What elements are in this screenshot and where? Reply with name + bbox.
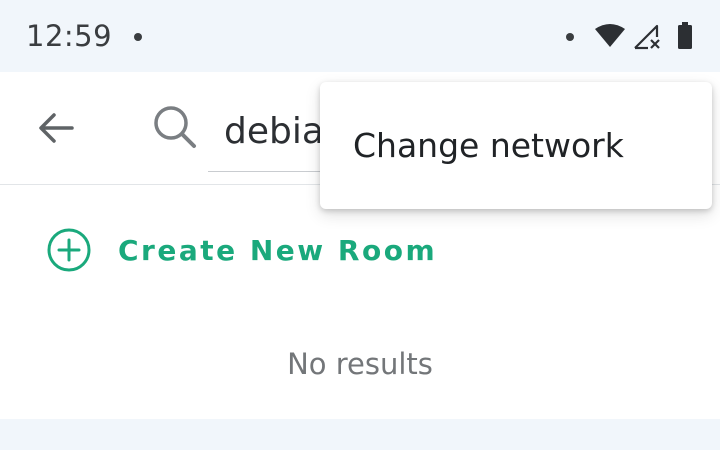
plus-circle-icon	[47, 228, 91, 272]
search-icon	[154, 106, 196, 148]
create-new-room-button[interactable]: Create New Room	[46, 225, 446, 275]
notification-dot-icon	[134, 33, 142, 41]
overflow-menu: Change network	[320, 82, 712, 209]
status-time: 12:59	[26, 19, 113, 53]
battery-icon	[678, 22, 692, 49]
notification-dot-icon	[566, 33, 574, 41]
no-results-text: No results	[287, 347, 433, 381]
menu-item-change-network[interactable]: Change network	[320, 82, 712, 209]
create-new-room-label: Create New Room	[118, 233, 438, 267]
wifi-icon	[595, 24, 625, 47]
status-bar: 12:59	[0, 0, 720, 72]
back-button[interactable]	[30, 102, 82, 154]
arrow-left-icon	[39, 113, 74, 143]
room-directory: Create New Room No results	[0, 185, 720, 419]
signal-no-data-icon	[634, 24, 660, 50]
